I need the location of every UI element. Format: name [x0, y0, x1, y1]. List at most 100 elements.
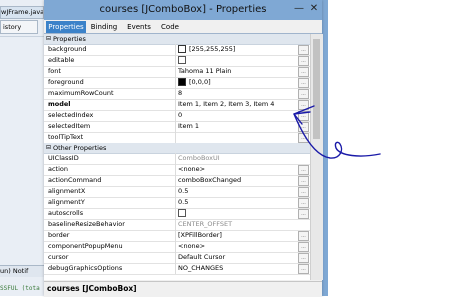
section-label: Properties — [53, 35, 86, 43]
history-tab[interactable]: istory — [0, 20, 38, 34]
column-divider — [175, 241, 176, 252]
column-divider — [175, 208, 176, 219]
ellipsis-button[interactable]: ... — [298, 253, 309, 263]
property-name: selectedIndex — [48, 111, 94, 119]
dialog-title: courses [JComboBox] - Properties — [99, 4, 267, 15]
property-value[interactable]: Item 1 — [178, 121, 296, 132]
column-divider — [175, 219, 176, 230]
tab-properties[interactable]: Properties — [46, 21, 86, 33]
tab-bar: Properties Binding Events Code — [44, 20, 322, 34]
column-divider — [175, 252, 176, 263]
column-divider — [175, 164, 176, 175]
property-name: maximumRowCount — [48, 89, 114, 97]
color-swatch-icon — [178, 45, 186, 53]
property-name: baselineResizeBehavior — [48, 220, 125, 228]
console-output: SSFUL (tota — [0, 285, 40, 292]
collapse-icon[interactable]: ⊟ — [46, 143, 51, 153]
property-value[interactable]: NO_CHANGES — [178, 263, 296, 274]
property-name: alignmentY — [48, 198, 85, 206]
ellipsis-button[interactable]: ... — [298, 242, 309, 252]
ellipsis-button[interactable]: ... — [298, 231, 309, 241]
property-name: selectedItem — [48, 122, 91, 130]
property-name: action — [48, 165, 69, 173]
ellipsis-button[interactable]: ... — [298, 78, 309, 88]
property-value[interactable] — [178, 208, 296, 219]
property-value[interactable]: [XPFillBorder] — [178, 230, 296, 241]
column-divider — [175, 175, 176, 186]
section-label: Other Properties — [53, 144, 107, 152]
property-name: alignmentX — [48, 187, 86, 195]
property-name: cursor — [48, 253, 69, 261]
property-value[interactable]: comboBoxChanged — [178, 175, 296, 186]
ellipsis-button[interactable]: ... — [298, 209, 309, 219]
ellipsis-button[interactable]: ... — [298, 198, 309, 208]
ellipsis-button[interactable]: ... — [298, 56, 309, 66]
title-bar[interactable]: courses [JComboBox] - Properties — ✕ — [44, 0, 322, 20]
ide-divider — [0, 36, 44, 37]
property-value[interactable]: 0.5 — [178, 186, 296, 197]
color-swatch-icon — [178, 78, 186, 86]
property-name: debugGraphicsOptions — [48, 264, 123, 272]
column-divider — [175, 77, 176, 88]
column-divider — [175, 197, 176, 208]
column-divider — [175, 230, 176, 241]
annotation-arrow-icon — [293, 105, 381, 159]
tab-events[interactable]: Events — [124, 21, 154, 33]
column-divider — [175, 88, 176, 99]
property-value[interactable]: 0 — [178, 110, 296, 121]
column-divider — [175, 132, 176, 143]
property-value[interactable]: [255,255,255] — [178, 44, 296, 55]
property-name: border — [48, 231, 70, 239]
autoscrolls-checkbox[interactable] — [178, 209, 186, 217]
property-name: UIClassID — [48, 154, 79, 162]
column-divider — [175, 99, 176, 110]
property-value[interactable]: 0.5 — [178, 197, 296, 208]
property-name: autoscrolls — [48, 209, 84, 217]
ellipsis-button[interactable]: ... — [298, 67, 309, 77]
property-value[interactable] — [178, 55, 296, 66]
properties-dialog: courses [JComboBox] - Properties — ✕ Pro… — [44, 0, 323, 297]
property-name: font — [48, 67, 61, 75]
property-name: foreground — [48, 78, 84, 86]
property-value[interactable]: [0,0,0] — [178, 77, 296, 88]
collapse-icon[interactable]: ⊟ — [46, 34, 51, 44]
tab-code[interactable]: Code — [158, 21, 182, 33]
close-button[interactable]: ✕ — [306, 0, 322, 18]
editable-checkbox[interactable] — [178, 56, 186, 64]
property-value[interactable] — [178, 132, 296, 143]
property-value: CENTER_OFFSET — [178, 220, 233, 228]
property-name: background — [48, 45, 87, 53]
property-value[interactable]: <none> — [178, 241, 296, 252]
column-divider — [175, 55, 176, 66]
property-value[interactable]: 8 — [178, 88, 296, 99]
color-value: [255,255,255] — [189, 45, 236, 53]
property-value[interactable]: <none> — [178, 164, 296, 175]
column-divider — [175, 44, 176, 55]
ide-background: wJFrame.java istory un) Notif SSFUL (tot… — [0, 0, 44, 296]
tab-binding[interactable]: Binding — [88, 21, 120, 33]
column-divider — [175, 110, 176, 121]
output-tabs[interactable]: un) Notif — [0, 265, 44, 277]
property-row-debuggraphicsoptions[interactable]: debugGraphicsOptions NO_CHANGES ... — [44, 263, 310, 275]
ellipsis-button[interactable]: ... — [298, 187, 309, 197]
property-value: ComboBoxUI — [178, 154, 220, 162]
column-divider — [175, 263, 176, 274]
editor-file-tab[interactable]: wJFrame.java — [0, 6, 44, 19]
property-name: model — [48, 100, 71, 108]
property-name: actionCommand — [48, 176, 102, 184]
ellipsis-button[interactable]: ... — [298, 264, 309, 274]
ellipsis-button[interactable]: ... — [298, 176, 309, 186]
property-value[interactable]: Item 1, Item 2, Item 3, Item 4 — [178, 99, 296, 110]
property-value[interactable]: Default Cursor — [178, 252, 296, 263]
status-bar: courses [JComboBox] — [44, 281, 322, 297]
column-divider — [175, 153, 176, 164]
color-value: [0,0,0] — [189, 78, 211, 86]
status-text: courses [JComboBox] — [47, 284, 137, 293]
property-name: componentPopupMenu — [48, 242, 123, 250]
column-divider — [175, 186, 176, 197]
property-value[interactable]: Tahoma 11 Plain — [178, 66, 296, 77]
property-sheet: ⊟ Properties background [255,255,255] ..… — [44, 34, 310, 280]
property-name: toolTipText — [48, 133, 84, 141]
column-divider — [175, 66, 176, 77]
ellipsis-button[interactable]: ... — [298, 45, 309, 55]
